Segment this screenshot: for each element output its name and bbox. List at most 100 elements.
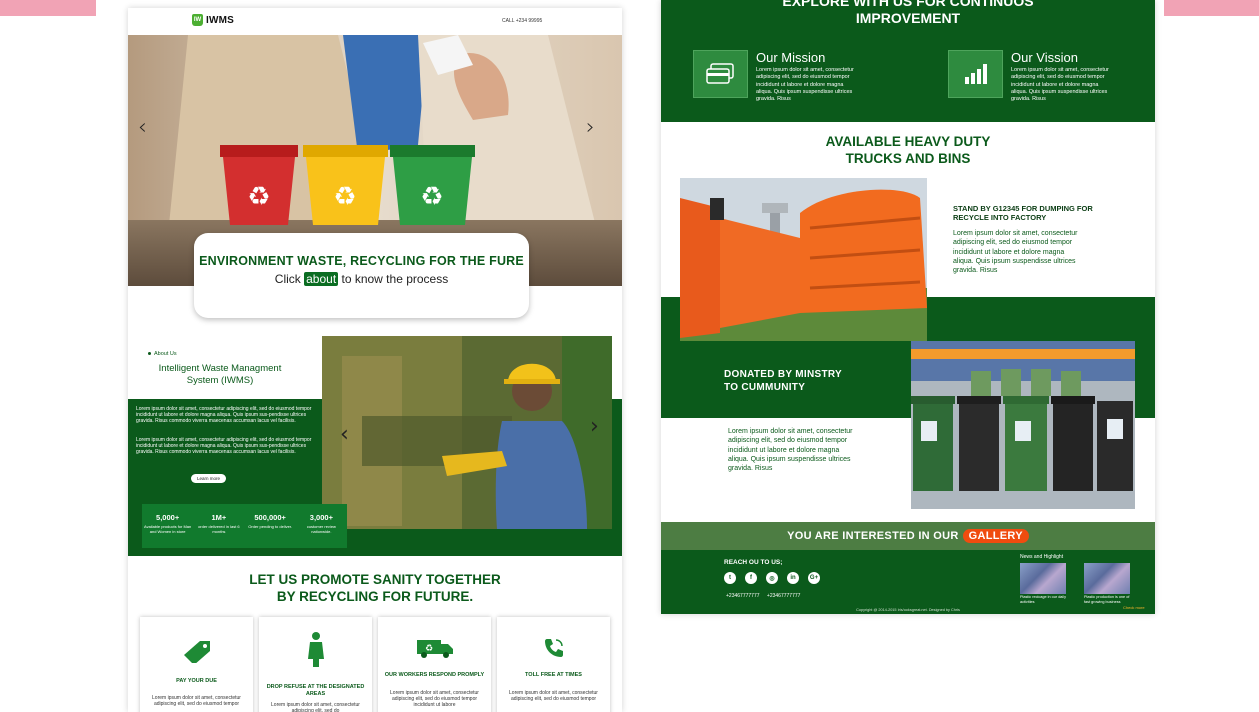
promote-heading: LET US PROMOTE SANITY TOGETHER BY RECYCL… <box>128 571 622 605</box>
vision-block: Our Vission Lorem ipsum dolor sit amet, … <box>948 50 1111 103</box>
donated-text: Lorem ipsum dolor sit amet, consectetur … <box>728 428 853 473</box>
hero-sub-text-after: to know the process <box>338 272 449 286</box>
recycle-truck-icon: ♻ <box>378 637 491 663</box>
news-thumbnail <box>1020 563 1066 594</box>
bins-photo <box>911 341 1135 509</box>
facebook-icon[interactable]: f <box>745 572 757 584</box>
news-thumbnail <box>1084 563 1130 594</box>
stat-item: 1M+ order delivered in last 6 months <box>195 513 243 548</box>
hero-sub-text-before: Click <box>274 272 305 286</box>
stat-label: Available products for Man and Women in … <box>143 524 192 534</box>
phone-number-1[interactable]: +23467777777 <box>726 593 760 599</box>
card-text: Lorem ipsum dolor sit amet, consectetur … <box>509 690 598 702</box>
service-card-tollfree[interactable]: TOLL FREE AT TIMES Lorem ipsum dolor sit… <box>497 617 610 712</box>
hero-title: ENVIRONMENT WASTE, RECYCLING FOR THE FUR… <box>199 254 524 268</box>
footer: REACH OU TO US; t f ◎ in G+ +23467777777… <box>661 550 1155 614</box>
credit-card-icon <box>693 50 748 98</box>
card-title: DROP REFUSE AT THE DESIGNATED AREAS <box>266 684 365 697</box>
learn-more-button[interactable]: Learn more <box>191 474 226 483</box>
stand-text: Lorem ipsum dolor sit amet, consectetur … <box>953 230 1078 275</box>
about-section: About Us Intelligent Waste Managment Sys… <box>128 336 622 556</box>
card-text: Lorem ipsum dolor sit amet, consectetur … <box>271 702 360 712</box>
svg-text:‹: ‹ <box>340 422 349 447</box>
stand-title: STAND BY G12345 FOR DUMPING FOR RECYCLE … <box>953 204 1093 222</box>
top-nav: IW IWMS CALL +234 99995 <box>128 8 622 35</box>
recycle-bin-logo-icon: IW <box>192 14 203 26</box>
explore-line-1: EXPLORE WITH US FOR CONTINUOS <box>782 0 1034 9</box>
stats-box: 5,000+ Available products for Man and Wom… <box>142 504 347 548</box>
stat-number: 1M+ <box>211 513 227 522</box>
mission-block: Our Mission Lorem ipsum dolor sit amet, … <box>693 50 856 103</box>
person-icon <box>259 631 372 667</box>
instagram-icon[interactable]: ◎ <box>766 572 778 584</box>
news-title: News and Highlight <box>1020 554 1064 560</box>
bar-chart-icon <box>948 50 1003 98</box>
card-title: OUR WORKERS RESPOND PROMPLY <box>384 672 485 678</box>
green-bin: ♻ <box>390 145 475 225</box>
about-title: Intelligent Waste Managment System (IWMS… <box>158 363 282 386</box>
gallery-button[interactable]: GALLERY <box>962 529 1029 543</box>
stat-number: 3,000+ <box>309 513 333 522</box>
available-heading: AVAILABLE HEAVY DUTY TRUCKS AND BINS <box>661 133 1155 167</box>
gallery-text: YOU ARE INTERESTED IN OUR <box>787 530 959 542</box>
news-text: Plastic production is one of fast growin… <box>1084 595 1130 604</box>
worker-photo: ‹ › <box>322 336 612 529</box>
service-card-workers[interactable]: ♻ OUR WORKERS RESPOND PROMPLY Lorem ipsu… <box>378 617 491 712</box>
service-cards: PAY YOUR DUE Lorem ipsum dolor sit amet,… <box>140 617 610 712</box>
about-paragraph-1: Lorem ipsum dolor sit amet, consectetur … <box>136 406 312 425</box>
card-title: PAY YOUR DUE <box>176 678 217 684</box>
stat-label: customer review nationwide. <box>306 524 336 534</box>
pink-bar-left <box>0 0 96 16</box>
stat-number: 5,000+ <box>156 513 180 522</box>
donated-line-1: DONATED BY MINSTRY <box>724 369 842 380</box>
available-line-1: AVAILABLE HEAVY DUTY <box>825 134 991 149</box>
stat-item: 3,000+ customer review nationwide. <box>297 513 345 548</box>
explore-line-2: IMPROVEMENT <box>855 10 961 26</box>
tag-icon <box>140 637 253 663</box>
explore-heading: EXPLORE WITH US FOR CONTINUOS IMPROVEMEN… <box>661 0 1155 27</box>
vision-text: Lorem ipsum dolor sit amet, consectetur … <box>1011 67 1109 103</box>
service-card-drop[interactable]: DROP REFUSE AT THE DESIGNATED AREAS Lore… <box>259 617 372 712</box>
mission-title: Our Mission <box>756 50 826 65</box>
logo-text: IWMS <box>206 14 235 26</box>
promote-line-1: LET US PROMOTE SANITY TOGETHER <box>249 572 501 587</box>
twitter-icon[interactable]: t <box>724 572 736 584</box>
stat-item: 5,000+ Available products for Man and Wom… <box>144 513 192 548</box>
landing-page-right: EXPLORE WITH US FOR CONTINUOS IMPROVEMEN… <box>661 0 1155 614</box>
donated-line-2: TO CUMMUNITY <box>724 381 806 393</box>
call-number[interactable]: CALL +234 99995 <box>502 18 542 24</box>
phone-number-2[interactable]: +23467777777 <box>767 593 801 599</box>
yellow-bin: ♻ <box>303 145 388 225</box>
card-title: TOLL FREE AT TIMES <box>525 672 582 678</box>
google-plus-icon[interactable]: G+ <box>808 572 820 584</box>
phone-numbers: +23467777777 +23467777777 <box>726 593 806 599</box>
pink-bar-right <box>1164 0 1259 16</box>
svg-text:♻: ♻ <box>247 182 270 212</box>
vision-title: Our Vission <box>1011 50 1078 65</box>
trucks-photo <box>680 178 927 341</box>
logo[interactable]: IW IWMS <box>192 14 234 26</box>
service-card-pay[interactable]: PAY YOUR DUE Lorem ipsum dolor sit amet,… <box>140 617 253 712</box>
reach-us-title: REACH OU TO US; <box>724 559 783 566</box>
promote-line-2: BY RECYCLING FOR FUTURE. <box>276 589 474 604</box>
svg-text:♻: ♻ <box>333 182 356 212</box>
about-link[interactable]: about <box>304 272 339 286</box>
about-tag: About Us <box>148 351 177 357</box>
landing-page-left: IW IWMS CALL +234 99995 ♻ ♻ ♻ ‹ › ENVIRO… <box>128 8 622 712</box>
svg-text:♻: ♻ <box>424 644 432 654</box>
news-text: Plastic recicage in our daily activities <box>1020 595 1067 604</box>
about-header: About Us Intelligent Waste Managment Sys… <box>128 336 322 399</box>
gallery-banner: YOU ARE INTERESTED IN OUR GALLERY <box>661 522 1155 550</box>
phone-icon <box>497 637 610 663</box>
donated-heading: DONATED BY MINSTRY TO CUMMUNITY <box>724 369 842 394</box>
mission-text: Lorem ipsum dolor sit amet, consectetur … <box>756 67 854 103</box>
hero-caption-card: ENVIRONMENT WASTE, RECYCLING FOR THE FUR… <box>194 233 529 318</box>
linkedin-icon[interactable]: in <box>787 572 799 584</box>
card-text: Lorem ipsum dolor sit amet, consectetur … <box>152 695 241 707</box>
hero-prev-arrow[interactable]: ‹ <box>138 117 147 139</box>
svg-text:♻: ♻ <box>420 182 443 212</box>
news-item[interactable]: Plastic recicage in our daily activities <box>1020 563 1066 604</box>
hero-next-arrow[interactable]: › <box>586 117 595 139</box>
about-paragraph-2: Lorem ipsum dolor sit amet, consectetur … <box>136 437 312 456</box>
news-item[interactable]: Plastic production is one of fast growin… <box>1084 563 1130 604</box>
